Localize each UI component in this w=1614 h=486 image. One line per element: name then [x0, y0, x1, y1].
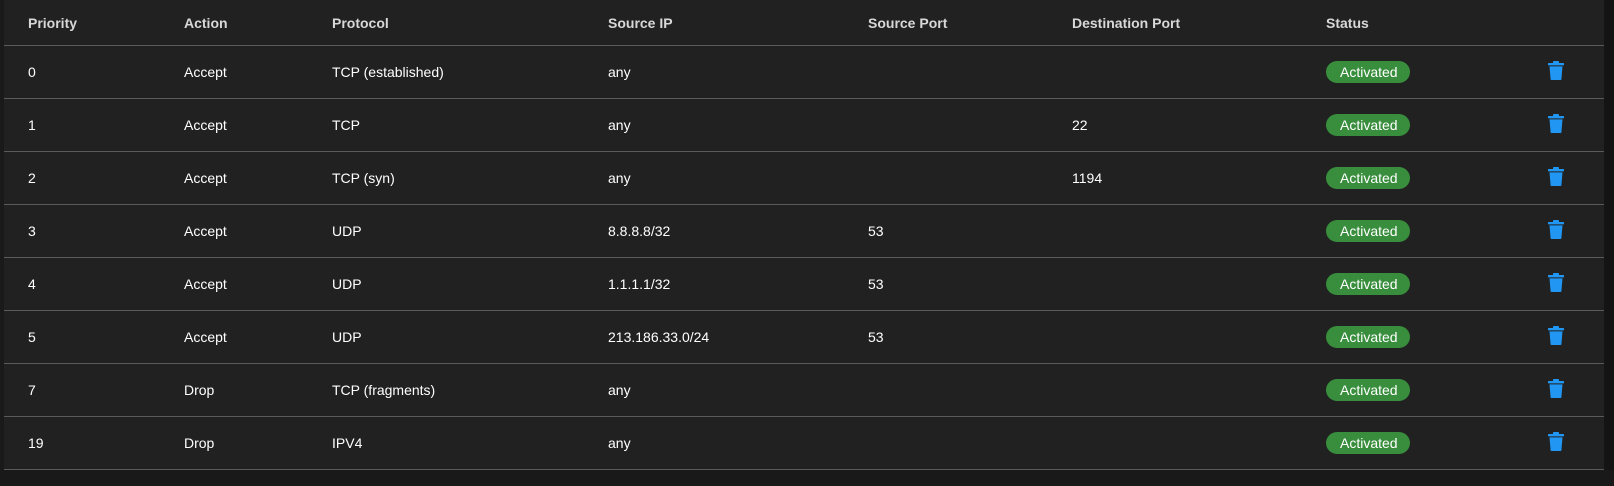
table-row[interactable]: 1 Accept TCP any 22 Activated: [4, 99, 1604, 152]
trash-icon: [1548, 114, 1564, 136]
status-badge: Activated: [1326, 61, 1410, 83]
header-action[interactable]: Action: [184, 0, 228, 46]
status-badge: Activated: [1326, 326, 1410, 348]
cell-priority: 0: [28, 64, 36, 80]
cell-priority: 19: [28, 435, 44, 451]
cell-protocol: TCP: [332, 117, 360, 133]
cell-source-port: 53: [868, 223, 884, 239]
firewall-rules-table: Priority Action Protocol Source IP Sourc…: [4, 0, 1604, 470]
trash-icon: [1548, 167, 1564, 189]
cell-destination-port: 22: [1072, 117, 1088, 133]
cell-status: Activated: [1326, 99, 1410, 151]
cell-source-ip: any: [608, 117, 631, 133]
cell-protocol: IPV4: [332, 435, 363, 451]
cell-priority: 3: [28, 223, 36, 239]
table-header: Priority Action Protocol Source IP Sourc…: [4, 0, 1604, 46]
cell-source-port: 53: [868, 329, 884, 345]
delete-rule-button[interactable]: [1544, 113, 1568, 137]
status-badge: Activated: [1326, 114, 1410, 136]
cell-source-ip: any: [608, 170, 631, 186]
cell-protocol: TCP (established): [332, 64, 444, 80]
cell-source-ip: 213.186.33.0/24: [608, 329, 710, 345]
cell-protocol: UDP: [332, 223, 362, 239]
cell-delete: [1544, 364, 1568, 416]
cell-priority: 4: [28, 276, 36, 292]
header-source-port[interactable]: Source Port: [868, 0, 947, 46]
cell-delete: [1544, 152, 1568, 204]
cell-status: Activated: [1326, 46, 1410, 98]
status-badge: Activated: [1326, 273, 1410, 295]
table-row[interactable]: 0 Accept TCP (established) any Activated: [4, 46, 1604, 99]
delete-rule-button[interactable]: [1544, 272, 1568, 296]
cell-status: Activated: [1326, 364, 1410, 416]
delete-rule-button[interactable]: [1544, 219, 1568, 243]
cell-source-ip: 8.8.8.8/32: [608, 223, 671, 239]
cell-protocol: UDP: [332, 329, 362, 345]
delete-rule-button[interactable]: [1544, 60, 1568, 84]
status-badge: Activated: [1326, 432, 1410, 454]
cell-source-ip: any: [608, 64, 631, 80]
page-footer-strip: [0, 470, 1614, 486]
trash-icon: [1548, 379, 1564, 401]
header-destination-port[interactable]: Destination Port: [1072, 0, 1180, 46]
cell-status: Activated: [1326, 152, 1410, 204]
status-badge: Activated: [1326, 379, 1410, 401]
header-status[interactable]: Status: [1326, 0, 1369, 46]
delete-rule-button[interactable]: [1544, 325, 1568, 349]
table-row[interactable]: 3 Accept UDP 8.8.8.8/32 53 Activated: [4, 205, 1604, 258]
cell-priority: 7: [28, 382, 36, 398]
header-source-ip[interactable]: Source IP: [608, 0, 673, 46]
cell-source-ip: any: [608, 435, 631, 451]
delete-rule-button[interactable]: [1544, 378, 1568, 402]
cell-action: Accept: [184, 329, 227, 345]
cell-source-port: 53: [868, 276, 884, 292]
cell-action: Accept: [184, 276, 227, 292]
table-row[interactable]: 5 Accept UDP 213.186.33.0/24 53 Activated: [4, 311, 1604, 364]
header-protocol[interactable]: Protocol: [332, 0, 389, 46]
cell-action: Accept: [184, 64, 227, 80]
status-badge: Activated: [1326, 167, 1410, 189]
cell-priority: 2: [28, 170, 36, 186]
firewall-rules-panel: Priority Action Protocol Source IP Sourc…: [4, 0, 1604, 470]
trash-icon: [1548, 432, 1564, 454]
header-priority[interactable]: Priority: [28, 0, 77, 46]
table-row[interactable]: 19 Drop IPV4 any Activated: [4, 417, 1604, 470]
cell-destination-port: 1194: [1072, 170, 1103, 186]
cell-status: Activated: [1326, 205, 1410, 257]
cell-protocol: TCP (syn): [332, 170, 395, 186]
cell-delete: [1544, 258, 1568, 310]
cell-action: Accept: [184, 117, 227, 133]
cell-delete: [1544, 205, 1568, 257]
cell-delete: [1544, 311, 1568, 363]
trash-icon: [1548, 273, 1564, 295]
cell-delete: [1544, 417, 1568, 469]
cell-delete: [1544, 99, 1568, 151]
table-row[interactable]: 2 Accept TCP (syn) any 1194 Activated: [4, 152, 1604, 205]
delete-rule-button[interactable]: [1544, 166, 1568, 190]
cell-status: Activated: [1326, 311, 1410, 363]
cell-priority: 5: [28, 329, 36, 345]
scrollbar-track: [1604, 0, 1614, 470]
table-row[interactable]: 4 Accept UDP 1.1.1.1/32 53 Activated: [4, 258, 1604, 311]
trash-icon: [1548, 61, 1564, 83]
cell-protocol: UDP: [332, 276, 362, 292]
cell-status: Activated: [1326, 417, 1410, 469]
table-row[interactable]: 7 Drop TCP (fragments) any Activated: [4, 364, 1604, 417]
cell-action: Accept: [184, 223, 227, 239]
cell-action: Drop: [184, 382, 215, 398]
table-body: 0 Accept TCP (established) any Activated 1 Acc…: [4, 46, 1604, 470]
cell-priority: 1: [28, 117, 36, 133]
cell-action: Accept: [184, 170, 227, 186]
cell-status: Activated: [1326, 258, 1410, 310]
cell-action: Drop: [184, 435, 215, 451]
status-badge: Activated: [1326, 220, 1410, 242]
cell-source-ip: 1.1.1.1/32: [608, 276, 671, 292]
cell-source-ip: any: [608, 382, 631, 398]
delete-rule-button[interactable]: [1544, 431, 1568, 455]
trash-icon: [1548, 326, 1564, 348]
trash-icon: [1548, 220, 1564, 242]
cell-protocol: TCP (fragments): [332, 382, 436, 398]
cell-delete: [1544, 46, 1568, 98]
